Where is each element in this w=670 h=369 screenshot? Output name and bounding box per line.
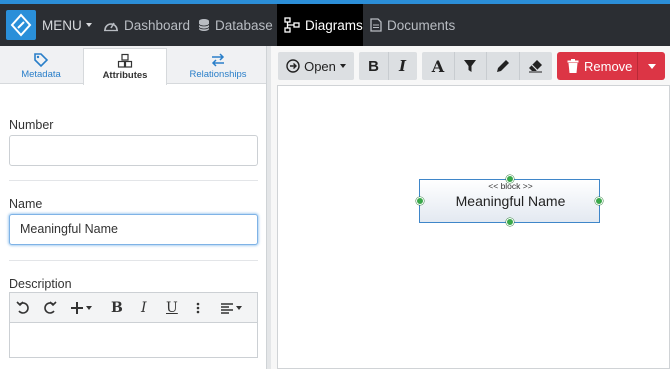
dashboard-icon: [104, 22, 118, 32]
underline-button[interactable]: U: [166, 293, 178, 323]
tab-relationships-label: Relationships: [189, 69, 247, 80]
name-label: Name: [9, 197, 43, 211]
resize-handle-left[interactable]: [416, 197, 424, 205]
chevron-down-icon: [85, 23, 92, 27]
block-name: Meaningful Name: [455, 193, 566, 209]
italic-icon: I: [398, 57, 407, 75]
more-vertical-icon: [196, 302, 200, 314]
properties-tabs: Metadata Attributes Relationships: [0, 46, 268, 85]
font-icon: A: [431, 56, 445, 76]
diagram-bold-button[interactable]: B: [359, 52, 388, 80]
filter-icon: [464, 60, 476, 72]
insert-plus-icon: [71, 302, 83, 314]
resize-handle-right[interactable]: [595, 197, 603, 205]
menu-label: MENU: [42, 17, 82, 33]
undo-button[interactable]: [16, 293, 30, 323]
text-style-group: B I: [359, 52, 417, 80]
tag-icon: [34, 53, 49, 68]
nav-diagrams[interactable]: Diagrams: [277, 4, 363, 46]
remove-button-label: Remove: [584, 58, 633, 74]
top-navbar: MENU Dashboard Database Diagrams Documen…: [0, 4, 670, 46]
remove-dropdown-button[interactable]: [638, 52, 665, 80]
filter-button[interactable]: [454, 52, 486, 80]
eraser-button[interactable]: [519, 52, 552, 80]
description-label: Description: [9, 277, 72, 291]
nav-database[interactable]: Database: [198, 4, 273, 46]
format-group: A: [422, 52, 552, 80]
open-button-inner: Open: [278, 52, 354, 80]
tab-attributes[interactable]: Attributes: [83, 48, 167, 85]
underline-icon: U: [166, 300, 178, 316]
arrow-circle-right-icon: [286, 59, 300, 73]
document-icon: [370, 18, 382, 32]
menu-button[interactable]: MENU: [42, 4, 92, 46]
cubes-icon: [117, 53, 133, 68]
open-button-label: Open: [304, 58, 336, 74]
exchange-icon: [211, 53, 225, 67]
nav-documents-label: Documents: [387, 17, 456, 33]
italic-button[interactable]: I: [141, 293, 147, 323]
description-editor[interactable]: [9, 322, 258, 358]
diagram-italic-button[interactable]: I: [388, 52, 417, 80]
diagram-block[interactable]: << block >> Meaningful Name: [419, 179, 600, 223]
resize-handle-top[interactable]: [506, 175, 514, 183]
insert-button[interactable]: [70, 293, 92, 323]
number-label: Number: [9, 118, 54, 132]
chevron-down-icon: [236, 306, 242, 310]
chevron-down-icon: [647, 63, 656, 69]
nav-dashboard-label: Dashboard: [124, 17, 191, 33]
align-left-icon: [221, 303, 233, 314]
font-button[interactable]: A: [422, 52, 454, 80]
eraser-icon: [529, 60, 542, 73]
bold-icon: B: [368, 57, 379, 75]
trash-icon: [567, 59, 579, 73]
redo-button[interactable]: [43, 293, 57, 323]
database-icon: [198, 19, 210, 31]
name-field[interactable]: Meaningful Name: [9, 214, 258, 245]
remove-button[interactable]: Remove: [557, 52, 637, 80]
number-field[interactable]: [9, 135, 258, 166]
tab-metadata-label: Metadata: [21, 69, 61, 80]
app-logo[interactable]: [6, 10, 36, 40]
field-divider: [9, 260, 258, 261]
italic-icon: I: [141, 300, 147, 316]
bold-icon: B: [111, 300, 123, 316]
diagram-canvas[interactable]: [277, 85, 670, 369]
undo-icon: [16, 301, 29, 314]
pencil-button[interactable]: [486, 52, 519, 80]
pencil-icon: [496, 60, 509, 72]
tab-relationships[interactable]: Relationships: [168, 48, 268, 84]
resize-handle-bottom[interactable]: [506, 218, 514, 226]
tab-metadata[interactable]: Metadata: [0, 48, 82, 84]
field-divider: [9, 180, 258, 181]
description-editor-toolbar: B I U: [9, 292, 258, 322]
nav-dashboard[interactable]: Dashboard: [103, 4, 190, 46]
chevron-down-icon: [339, 64, 346, 68]
nav-database-label: Database: [215, 17, 273, 33]
redo-icon: [44, 301, 57, 314]
logo-icon: [10, 13, 32, 37]
chevron-down-icon: [86, 306, 92, 310]
remove-button-group: Remove: [557, 52, 665, 80]
nav-documents[interactable]: Documents: [370, 4, 455, 46]
align-button[interactable]: [220, 293, 242, 323]
more-button[interactable]: [196, 293, 200, 323]
tab-attributes-label: Attributes: [102, 70, 148, 81]
diagram-icon: [284, 17, 300, 33]
bold-button[interactable]: B: [111, 293, 123, 323]
open-button[interactable]: Open: [278, 52, 354, 80]
nav-diagrams-label: Diagrams: [305, 17, 363, 33]
